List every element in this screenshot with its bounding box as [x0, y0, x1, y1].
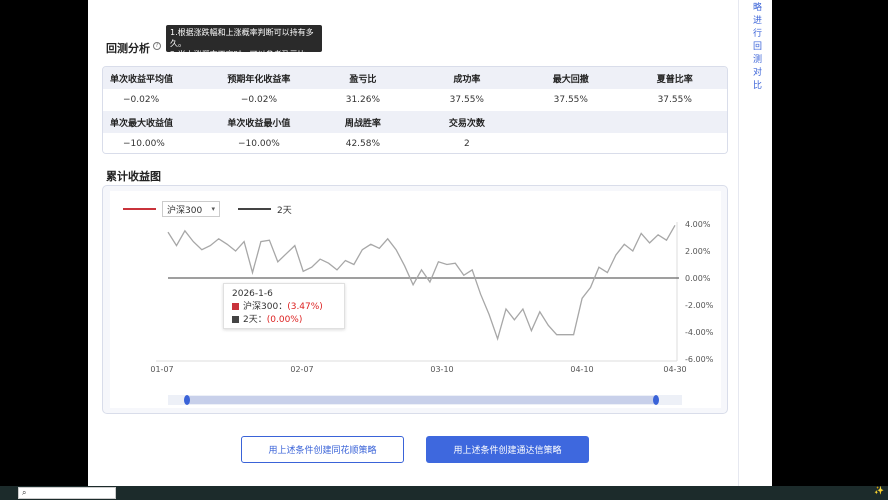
- stats-header: 交易次数: [448, 118, 485, 129]
- stats-value: −0.02%: [240, 95, 277, 105]
- stats-value: 37.55%: [553, 95, 588, 105]
- sparkle-icon[interactable]: ✨: [874, 486, 884, 495]
- x-tick-label: 03-10: [430, 365, 453, 374]
- y-tick-label: -6.00%: [685, 355, 714, 364]
- x-tick-label: 04-10: [570, 365, 593, 374]
- tooltip-date: 2026-1-6: [232, 289, 273, 299]
- stats-header: 最大回撤: [552, 74, 589, 85]
- tooltip-line-1: 1.根据涨跌幅和上涨概率判断可以持有多久。: [170, 28, 314, 48]
- tooltip-row-strategy: 2天：(0.00%): [232, 314, 336, 327]
- stats-header: 盈亏比: [349, 74, 377, 85]
- stats-value: −0.02%: [123, 95, 160, 105]
- search-icon: ⌕: [22, 488, 27, 497]
- y-tick-label: 0.00%: [685, 274, 711, 283]
- stats-value: 31.26%: [345, 95, 381, 105]
- stats-value-row-2: −10.00% −10.00% 42.58% 2: [103, 133, 727, 153]
- zoom-range[interactable]: [185, 396, 657, 404]
- stats-value: 2: [463, 139, 470, 149]
- screen: 略进行回测对比 回测分析 ? 1.根据涨跌幅和上涨概率判断可以持有多久。 2.当…: [0, 0, 888, 500]
- stats-header-row-1: 单次收益平均值 预期年化收益率 盈亏比 成功率 最大回撤 夏普比率: [103, 67, 727, 89]
- stats-header: 周战胜率: [344, 118, 381, 129]
- chart-area: 沪深300 ▾ 2天 4.00% 2.00% 0.00% -2.00% -4.00% -6…: [110, 191, 721, 408]
- tooltip-name-benchmark: 沪深300: [243, 302, 279, 312]
- help-tooltip: 1.根据涨跌幅和上涨概率判断可以持有多久。 2.当上涨概率不高时，可以参考盈亏比: [166, 25, 322, 59]
- cumulative-return-chart[interactable]: 4.00% 2.00% 0.00% -2.00% -4.00% -6.00% 01-07 02…: [110, 191, 721, 408]
- y-tick-label: -2.00%: [685, 301, 714, 310]
- x-tick-label: 04-30: [663, 365, 686, 374]
- stats-header: 夏普比率: [656, 74, 693, 85]
- stats-value: 42.58%: [345, 139, 381, 149]
- y-tick-label: 4.00%: [685, 220, 711, 229]
- zoom-handle-left[interactable]: [184, 395, 190, 405]
- tooltip-name-strategy: 2天: [243, 315, 258, 325]
- stats-header: 单次收益最小值: [227, 118, 291, 129]
- x-tick-label: 01-07: [150, 365, 173, 374]
- stats-header: 单次收益平均值: [110, 74, 174, 85]
- zoom-handle-right[interactable]: [653, 395, 659, 405]
- taskbar-search[interactable]: ⌕: [18, 487, 116, 499]
- chart-card: 沪深300 ▾ 2天 4.00% 2.00% 0.00% -2.00% -4.00% -6…: [102, 185, 728, 414]
- tooltip-value-strategy: (0.00%): [266, 315, 303, 325]
- chart-tooltip: 2026-1-6 沪深300：(3.47%) 2天：(0.00%): [223, 283, 345, 329]
- tooltip-swatch-benchmark: [232, 303, 239, 310]
- stats-value: 37.55%: [657, 95, 692, 105]
- taskbar: ⌕ ✨: [0, 486, 888, 500]
- side-panel[interactable]: 略进行回测对比: [738, 0, 772, 486]
- stats-value-row-1: −0.02% −0.02% 31.26% 37.55% 37.55% 37.55…: [103, 89, 727, 111]
- side-panel-label[interactable]: 略进行回测对比: [753, 2, 765, 93]
- stats-value: 37.55%: [449, 95, 484, 105]
- stats-table: 单次收益平均值 预期年化收益率 盈亏比 成功率 最大回撤 夏普比率 −0.02%…: [102, 66, 728, 154]
- tooltip-line-2: 2.当上涨概率不高时，可以参考盈亏比: [170, 50, 306, 59]
- stats-value: −10.00%: [123, 139, 165, 149]
- tooltip-swatch-strategy: [232, 316, 239, 323]
- tooltip-row-benchmark: 沪深300：(3.47%): [232, 301, 336, 314]
- y-tick-label: -4.00%: [685, 328, 714, 337]
- create-tdx-strategy-button[interactable]: 用上述条件创建通达信策略: [426, 436, 589, 463]
- stats-header-row-2: 单次最大收益值 单次收益最小值 周战胜率 交易次数: [103, 111, 727, 133]
- stats-header: 预期年化收益率: [227, 74, 291, 85]
- y-tick-label: 2.00%: [685, 247, 711, 256]
- tooltip-value-benchmark: (3.47%): [287, 302, 323, 312]
- stats-header: 单次最大收益值: [110, 118, 174, 129]
- backtest-title: 回测分析: [106, 42, 150, 55]
- stats-value: −10.00%: [238, 139, 280, 149]
- x-tick-label: 02-07: [290, 365, 313, 374]
- cumulative-title: 累计收益图: [106, 170, 161, 183]
- create-ths-strategy-button[interactable]: 用上述条件创建同花顺策略: [241, 436, 404, 463]
- stats-header: 成功率: [453, 74, 481, 85]
- help-icon[interactable]: ?: [153, 42, 161, 50]
